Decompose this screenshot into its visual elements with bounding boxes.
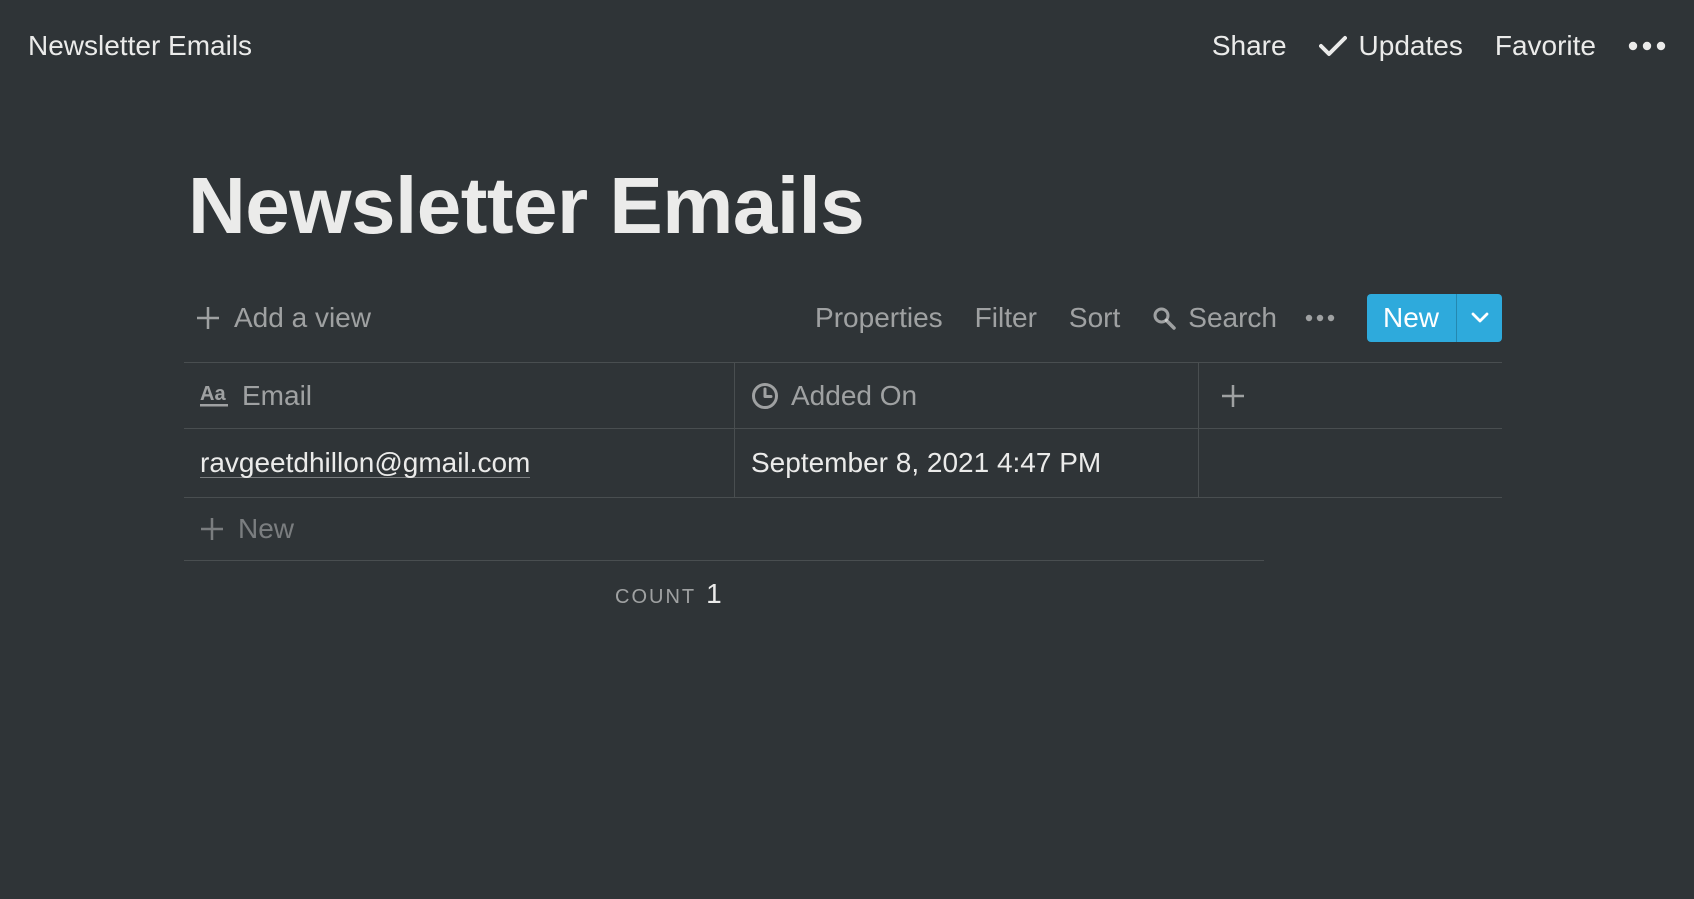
top-bar: Newsletter Emails Share Updates Favorite [0, 0, 1694, 93]
email-value[interactable]: ravgeetdhillon@gmail.com [200, 447, 531, 479]
top-actions: Share Updates Favorite [1212, 26, 1666, 66]
column-header-label: Added On [791, 379, 918, 411]
sort-button[interactable]: Sort [1069, 302, 1120, 334]
new-button-label: New [1382, 302, 1439, 333]
share-button[interactable]: Share [1212, 30, 1287, 62]
new-row-label: New [238, 513, 295, 544]
added-on-value: September 8, 2021 4:47 PM [751, 447, 1102, 478]
column-header-added-on[interactable]: Added On [735, 363, 1199, 428]
empty-cell[interactable] [1199, 429, 1502, 497]
sort-label: Sort [1068, 302, 1121, 333]
add-property-button[interactable] [1199, 363, 1502, 428]
text-property-icon: Aa [200, 383, 228, 406]
add-view-button[interactable]: Add a view [196, 302, 371, 334]
view-more-button[interactable] [1305, 314, 1335, 322]
plus-icon [201, 518, 223, 540]
more-options-button[interactable] [1628, 41, 1666, 51]
breadcrumb[interactable]: Newsletter Emails [28, 30, 252, 62]
count-value: 1 [706, 578, 722, 609]
plus-icon [1222, 384, 1244, 407]
new-dropdown-button[interactable] [1456, 294, 1502, 342]
count-label: COUNT [615, 586, 697, 608]
plus-icon [197, 307, 219, 329]
new-button[interactable]: New [1366, 294, 1502, 342]
checkmark-icon [1318, 36, 1347, 56]
more-horizontal-icon [1628, 41, 1666, 51]
search-button[interactable]: Search [1152, 302, 1277, 334]
add-view-label: Add a view [234, 302, 371, 333]
page-title[interactable]: Newsletter Emails [188, 160, 865, 252]
favorite-label: Favorite [1494, 30, 1596, 61]
table-header-row: Aa Email Added On [184, 363, 1502, 429]
properties-label: Properties [815, 302, 943, 333]
updates-button[interactable]: Updates [1318, 30, 1463, 62]
add-new-row-button[interactable]: New [184, 498, 1264, 561]
view-toolbar: Add a view Properties Filter Sort Search [184, 294, 1502, 342]
search-label: Search [1188, 302, 1277, 333]
added-on-cell[interactable]: September 8, 2021 4:47 PM [735, 429, 1199, 497]
filter-button[interactable]: Filter [975, 302, 1037, 334]
favorite-button[interactable]: Favorite [1495, 30, 1596, 62]
filter-label: Filter [974, 302, 1037, 333]
svg-text:Aa: Aa [200, 383, 226, 405]
database-table: Aa Email Added On ravgeetdhillon@gmail.c… [184, 362, 1502, 498]
column-header-label: Email [242, 379, 313, 411]
email-cell[interactable]: ravgeetdhillon@gmail.com [184, 429, 735, 497]
more-horizontal-icon [1305, 314, 1335, 322]
chevron-down-icon [1471, 312, 1488, 323]
table-row[interactable]: ravgeetdhillon@gmail.com September 8, 20… [184, 429, 1502, 498]
updates-label: Updates [1358, 30, 1463, 61]
search-icon [1153, 307, 1177, 330]
view-tools: Properties Filter Sort Search New [815, 294, 1502, 342]
clock-icon [752, 382, 778, 409]
count-summary[interactable]: COUNT 1 [615, 578, 722, 610]
properties-button[interactable]: Properties [815, 302, 943, 334]
column-header-email[interactable]: Aa Email [184, 363, 735, 428]
share-label: Share [1211, 30, 1287, 61]
